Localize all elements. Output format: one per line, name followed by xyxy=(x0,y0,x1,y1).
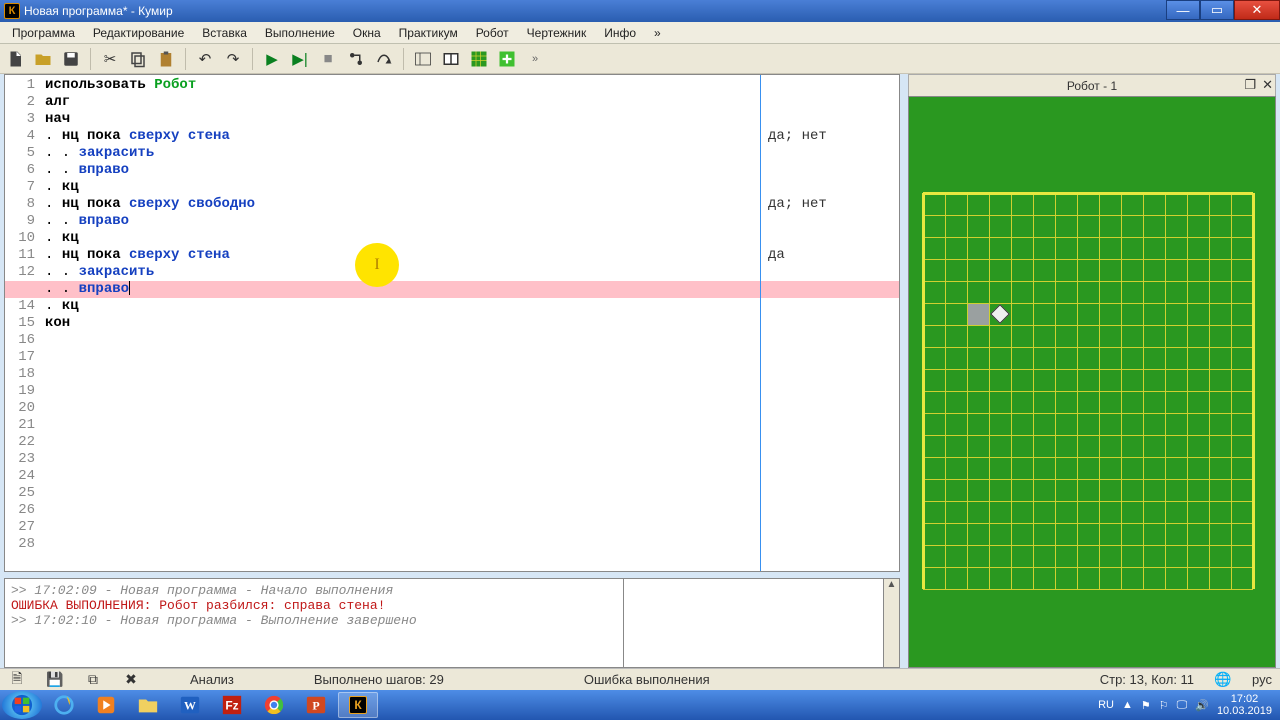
layout1-icon[interactable] xyxy=(412,48,434,70)
stop-icon[interactable]: ■ xyxy=(317,48,339,70)
status-cancel-icon[interactable]: ✖ xyxy=(122,671,140,689)
taskbar-ie-icon[interactable] xyxy=(44,692,84,718)
undo-icon[interactable]: ↶ xyxy=(194,48,216,70)
robot-field[interactable] xyxy=(908,96,1276,668)
start-button[interactable] xyxy=(2,691,42,719)
system-tray[interactable]: RU ▲ ⚑ ⚐ 🖵 🔊 17:02 10.03.2019 xyxy=(1098,693,1278,717)
open-file-icon[interactable] xyxy=(32,48,54,70)
taskbar-word-icon[interactable]: W xyxy=(170,692,210,718)
menu-windows[interactable]: Окна xyxy=(345,24,389,42)
copy-icon[interactable] xyxy=(127,48,149,70)
tray-date: 10.03.2019 xyxy=(1217,705,1272,717)
tray-flag-icon[interactable]: ⚐ xyxy=(1159,699,1169,712)
status-save-icon[interactable]: 💾 xyxy=(46,671,64,689)
paste-icon[interactable] xyxy=(155,48,177,70)
status-steps: Выполнено шагов: 29 xyxy=(314,672,444,687)
robot-restore-icon[interactable]: ❐ xyxy=(1244,77,1256,93)
tray-up-icon[interactable]: ▲ xyxy=(1122,699,1133,711)
menu-bar: Программа Редактирование Вставка Выполне… xyxy=(0,22,1280,44)
status-cursor-pos: Стр: 13, Кол: 11 xyxy=(1100,672,1194,687)
status-error: Ошибка выполнения xyxy=(584,672,710,687)
menu-edit[interactable]: Редактирование xyxy=(85,24,192,42)
new-file-icon[interactable] xyxy=(4,48,26,70)
tray-sound-icon[interactable]: 🔊 xyxy=(1195,699,1209,712)
robot-new-icon[interactable] xyxy=(496,48,518,70)
code-content[interactable]: использовать Роботалгнач. нц пока сверху… xyxy=(45,75,759,571)
aux-console[interactable] xyxy=(624,578,884,668)
status-lang: рус xyxy=(1252,672,1272,687)
minimize-button[interactable]: — xyxy=(1166,0,1200,20)
annotation-column: да; нетда; нетда xyxy=(764,75,899,571)
highlight-cursor-icon: I xyxy=(355,243,399,287)
log-error: ОШИБКА ВЫПОЛНЕНИЯ: Робот разбился: справ… xyxy=(11,598,617,613)
redo-icon[interactable]: ↷ xyxy=(222,48,244,70)
log-line: >> 17:02:10 - Новая программа - Выполнен… xyxy=(11,613,617,628)
svg-text:Fz: Fz xyxy=(225,699,238,713)
run-icon[interactable]: ▶ xyxy=(261,48,283,70)
save-icon[interactable] xyxy=(60,48,82,70)
maximize-button[interactable]: ▭ xyxy=(1200,0,1234,20)
taskbar-media-icon[interactable] xyxy=(86,692,126,718)
status-doc-icon[interactable]: 🗎 xyxy=(8,671,26,689)
menu-drafter[interactable]: Чертежник xyxy=(519,24,595,42)
robot-panel-title: Робот - 1 ❐ ✕ xyxy=(908,74,1276,96)
svg-text:W: W xyxy=(184,699,196,713)
step-icon[interactable]: ▶| xyxy=(289,48,311,70)
taskbar: W Fz P К RU ▲ ⚑ ⚐ 🖵 🔊 17:02 10.03.2019 xyxy=(0,690,1280,720)
menu-info[interactable]: Инфо xyxy=(596,24,644,42)
toolbar-more-icon[interactable]: » xyxy=(524,48,546,70)
taskbar-explorer-icon[interactable] xyxy=(128,692,168,718)
menu-insert[interactable]: Вставка xyxy=(194,24,255,42)
status-copy-icon[interactable]: ⧉ xyxy=(84,671,102,689)
toolbar: ✂ ↶ ↷ ▶ ▶| ■ » xyxy=(0,44,1280,74)
tray-monitor-icon[interactable]: 🖵 xyxy=(1177,699,1188,712)
code-editor[interactable]: 1234567891011121314151617181920212223242… xyxy=(4,74,900,572)
menu-practicum[interactable]: Практикум xyxy=(391,24,466,42)
svg-text:P: P xyxy=(312,699,319,713)
menu-program[interactable]: Программа xyxy=(4,24,83,42)
menu-more[interactable]: » xyxy=(646,24,669,42)
line-gutter: 1234567891011121314151617181920212223242… xyxy=(5,75,41,571)
tray-lang[interactable]: RU xyxy=(1098,699,1114,711)
log-line: >> 17:02:09 - Новая программа - Начало в… xyxy=(11,583,617,598)
status-locale-icon[interactable]: 🌐 xyxy=(1214,671,1232,689)
robot-close-icon[interactable]: ✕ xyxy=(1262,77,1273,93)
menu-robot[interactable]: Робот xyxy=(468,24,517,42)
status-analysis: Анализ xyxy=(190,672,234,687)
taskbar-chrome-icon[interactable] xyxy=(254,692,294,718)
robot-env-icon[interactable] xyxy=(468,48,490,70)
step-into-icon[interactable] xyxy=(345,48,367,70)
cut-icon[interactable]: ✂ xyxy=(99,48,121,70)
layout2-icon[interactable] xyxy=(440,48,462,70)
taskbar-kumir-icon[interactable]: К xyxy=(338,692,378,718)
output-console[interactable]: >> 17:02:09 - Новая программа - Начало в… xyxy=(4,578,624,668)
status-bar: 🗎 💾 ⧉ ✖ Анализ Выполнено шагов: 29 Ошибк… xyxy=(0,668,1280,690)
tray-flash-icon[interactable]: ⚑ xyxy=(1141,699,1151,712)
console-scrollbar[interactable]: ▲ xyxy=(884,578,900,668)
window-titlebar: К Новая программа* - Кумир — ▭ ✕ xyxy=(0,0,1280,22)
taskbar-powerpoint-icon[interactable]: P xyxy=(296,692,336,718)
tray-time: 17:02 xyxy=(1217,693,1272,705)
scroll-up-icon[interactable]: ▲ xyxy=(887,579,897,590)
menu-run[interactable]: Выполнение xyxy=(257,24,343,42)
taskbar-filezilla-icon[interactable]: Fz xyxy=(212,692,252,718)
app-icon: К xyxy=(4,3,20,19)
close-button[interactable]: ✕ xyxy=(1234,0,1280,20)
separator-line xyxy=(760,75,761,571)
step-over-icon[interactable] xyxy=(373,48,395,70)
window-title: Новая программа* - Кумир xyxy=(24,4,173,18)
